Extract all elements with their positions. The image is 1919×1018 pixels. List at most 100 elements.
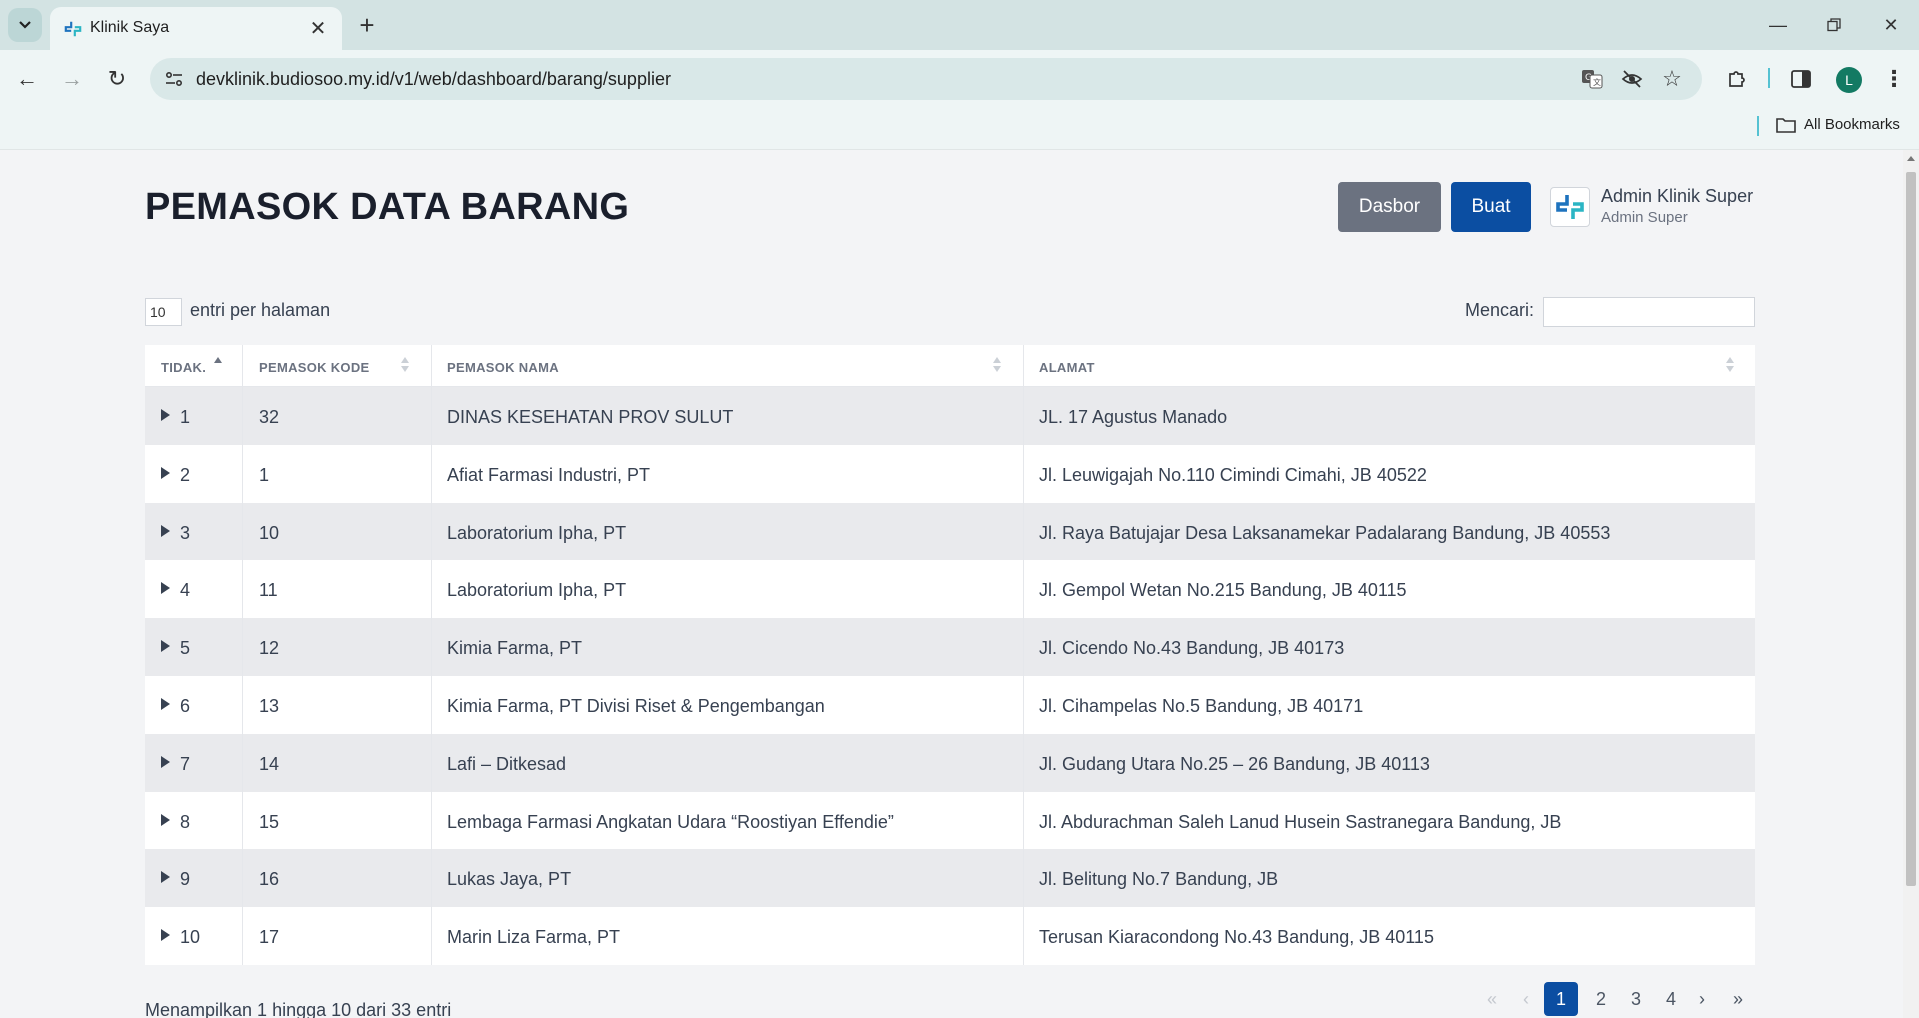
pager-page-1[interactable]: 1	[1544, 982, 1578, 1016]
table-row[interactable]: 1 32 DINAS KESEHATAN PROV SULUT JL. 17 Agus…	[145, 387, 1755, 445]
pager-page-3[interactable]: 3	[1619, 982, 1653, 1016]
scrollbar-thumb[interactable]	[1906, 172, 1916, 886]
bookmarks-divider	[1757, 116, 1759, 136]
cell-nama: Afiat Farmasi Industri, PT	[447, 464, 651, 485]
table-row[interactable]: 3 10 Laboratorium Ipha, PT Jl. Raya Batujaj…	[145, 502, 1755, 561]
bookmark-star-icon[interactable]: ☆	[1660, 66, 1684, 91]
cell-no: 9	[180, 869, 191, 890]
sort-asc-icon[interactable]	[213, 357, 223, 375]
pager-page-2[interactable]: 2	[1584, 982, 1618, 1016]
table-row[interactable]: 5 12 Kimia Farma, PT Jl. Cicendo No.43 Band…	[145, 618, 1755, 676]
all-bookmarks-label: All Bookmarks	[1804, 116, 1900, 133]
side-panel-icon[interactable]	[1786, 64, 1816, 94]
close-tab-icon[interactable]: ✕	[306, 16, 330, 40]
cell-kode: 11	[259, 580, 278, 601]
expand-row-icon[interactable]	[161, 697, 170, 710]
cell-kode: 14	[259, 753, 280, 774]
search-input[interactable]	[1543, 297, 1755, 327]
column-header-nama[interactable]: PEMASOK NAMA	[447, 345, 559, 387]
cell-alamat: JL. 17 Agustus Manado	[1039, 407, 1228, 427]
expand-row-icon[interactable]	[161, 466, 170, 479]
expand-row-icon[interactable]	[161, 929, 170, 942]
expand-row-icon[interactable]	[161, 409, 170, 421]
cell-nama: Lukas Jaya, PT	[447, 869, 572, 890]
cell-kode: 32	[259, 407, 280, 427]
supplier-table: TIDAK. PEMASOK KODE PEMASOK NAMA ALAMAT …	[145, 345, 1755, 965]
cell-no: 4	[180, 580, 191, 601]
buat-button[interactable]: Buat	[1451, 182, 1531, 232]
scroll-up-arrow-icon[interactable]	[1907, 156, 1915, 161]
pager-prev[interactable]: ‹	[1514, 982, 1538, 1016]
clinic-logo-icon	[64, 21, 82, 37]
dasbor-button[interactable]: Dasbor	[1338, 182, 1441, 232]
pager-page-4[interactable]: 4	[1654, 982, 1688, 1016]
all-bookmarks-button[interactable]: All Bookmarks	[1776, 116, 1900, 133]
site-settings-icon[interactable]	[164, 69, 184, 89]
sort-icon[interactable]	[400, 357, 410, 375]
browser-tab[interactable]: Klinik Saya ✕	[50, 7, 342, 50]
cell-nama: Laboratorium Ipha, PT	[447, 522, 627, 543]
tab-search-button[interactable]	[8, 8, 42, 42]
column-header-no[interactable]: TIDAK.	[161, 345, 206, 387]
table-row[interactable]: 9 16 Lukas Jaya, PT Jl. Belitung No.7 Bandu…	[145, 849, 1755, 908]
expand-row-icon[interactable]	[161, 813, 170, 826]
cell-nama: Lembaga Farmasi Angkatan Udara “Roostiya…	[447, 811, 894, 832]
table-row[interactable]: 6 13 Kimia Farma, PT Divisi Riset & Pengem…	[145, 675, 1755, 734]
address-bar[interactable]: devklinik.budiosoo.my.id/v1/web/dashboar…	[150, 58, 1702, 100]
minimize-icon[interactable]: —	[1758, 8, 1798, 42]
sort-icon[interactable]	[992, 357, 1002, 375]
page-scrollbar[interactable]	[1903, 150, 1919, 1018]
profile-avatar[interactable]: L	[1836, 67, 1862, 93]
more-menu-icon[interactable]: ⋮	[1879, 64, 1909, 94]
cell-no: 2	[180, 464, 191, 485]
expand-row-icon[interactable]	[161, 871, 170, 884]
cell-no: 7	[180, 753, 191, 774]
cell-kode: 10	[259, 522, 280, 543]
cell-alamat: Jl. Cihampelas No.5 Bandung, JB 40171	[1039, 695, 1364, 716]
cell-alamat: Jl. Leuwigajah No.110 Cimindi Cimahi, JB…	[1039, 464, 1427, 485]
cell-kode: 16	[259, 869, 280, 890]
cell-alamat: Jl. Raya Batujajar Desa Laksanamekar Pad…	[1039, 522, 1611, 543]
url-text: devklinik.budiosoo.my.id/v1/web/dashboar…	[196, 69, 671, 89]
table-info: Menampilkan 1 hingga 10 dari 33 entri	[145, 1000, 452, 1018]
expand-row-icon[interactable]	[161, 582, 170, 595]
extensions-icon[interactable]	[1722, 64, 1752, 94]
browser-toolbar: ← → ↻ devklinik.budiosoo.my.id/v1/web/da…	[0, 50, 1919, 108]
pager-first[interactable]: «	[1480, 982, 1504, 1016]
cell-no: 6	[180, 695, 191, 716]
toolbar-divider	[1768, 68, 1770, 88]
table-row[interactable]: 7 14 Lafi – Ditkesad Jl. Gudang Utara No.25…	[145, 733, 1755, 792]
back-arrow-icon[interactable]: ←	[10, 62, 44, 96]
translate-icon[interactable]: G文	[1580, 67, 1604, 91]
expand-row-icon[interactable]	[161, 755, 170, 768]
column-header-kode[interactable]: PEMASOK KODE	[259, 345, 370, 387]
column-header-alamat[interactable]: ALAMAT	[1039, 345, 1095, 387]
close-window-icon[interactable]: ✕	[1871, 8, 1911, 42]
forward-arrow-icon[interactable]: →	[55, 62, 89, 96]
table-body: 1 32 DINAS KESEHATAN PROV SULUT JL. 17 Agus…	[145, 387, 1755, 965]
folder-icon	[1776, 117, 1796, 133]
cell-alamat: Jl. Abdurachman Saleh Lanud Husein Sastr…	[1039, 811, 1562, 832]
eye-off-icon[interactable]	[1620, 67, 1644, 91]
entries-per-page-select[interactable]: 10	[145, 298, 182, 326]
table-row[interactable]: 10 17 Marin Liza Farma, PT Terusan Kiaracon…	[145, 907, 1755, 965]
pager-next[interactable]: ›	[1690, 982, 1714, 1016]
expand-row-icon[interactable]	[161, 524, 170, 537]
table-header: TIDAK. PEMASOK KODE PEMASOK NAMA ALAMAT	[145, 345, 1755, 387]
cell-alamat: Jl. Belitung No.7 Bandung, JB	[1039, 869, 1279, 890]
column-divider	[431, 345, 432, 965]
cell-nama: Lafi – Ditkesad	[447, 753, 567, 774]
pager-last[interactable]: »	[1726, 982, 1750, 1016]
restore-icon[interactable]	[1814, 8, 1854, 42]
expand-row-icon[interactable]	[161, 640, 170, 653]
new-tab-button[interactable]: +	[352, 10, 382, 40]
user-avatar[interactable]	[1550, 187, 1590, 227]
table-row[interactable]: 8 15 Lembaga Farmasi Angkatan Udara “Roost…	[145, 791, 1755, 850]
user-name: Admin Klinik Super	[1601, 186, 1754, 206]
table-row[interactable]: 4 11 Laboratorium Ipha, PT Jl. Gempol Wetan…	[145, 560, 1755, 619]
reload-icon[interactable]: ↻	[100, 62, 134, 96]
cell-nama: Kimia Farma, PT Divisi Riset & Pengemban…	[447, 695, 825, 716]
sort-icon[interactable]	[1725, 357, 1735, 375]
table-row[interactable]: 2 1 Afiat Farmasi Industri, PT Jl. Leuwigaj…	[145, 444, 1755, 503]
browser-tab-strip: Klinik Saya ✕ + — ✕	[0, 0, 1919, 50]
